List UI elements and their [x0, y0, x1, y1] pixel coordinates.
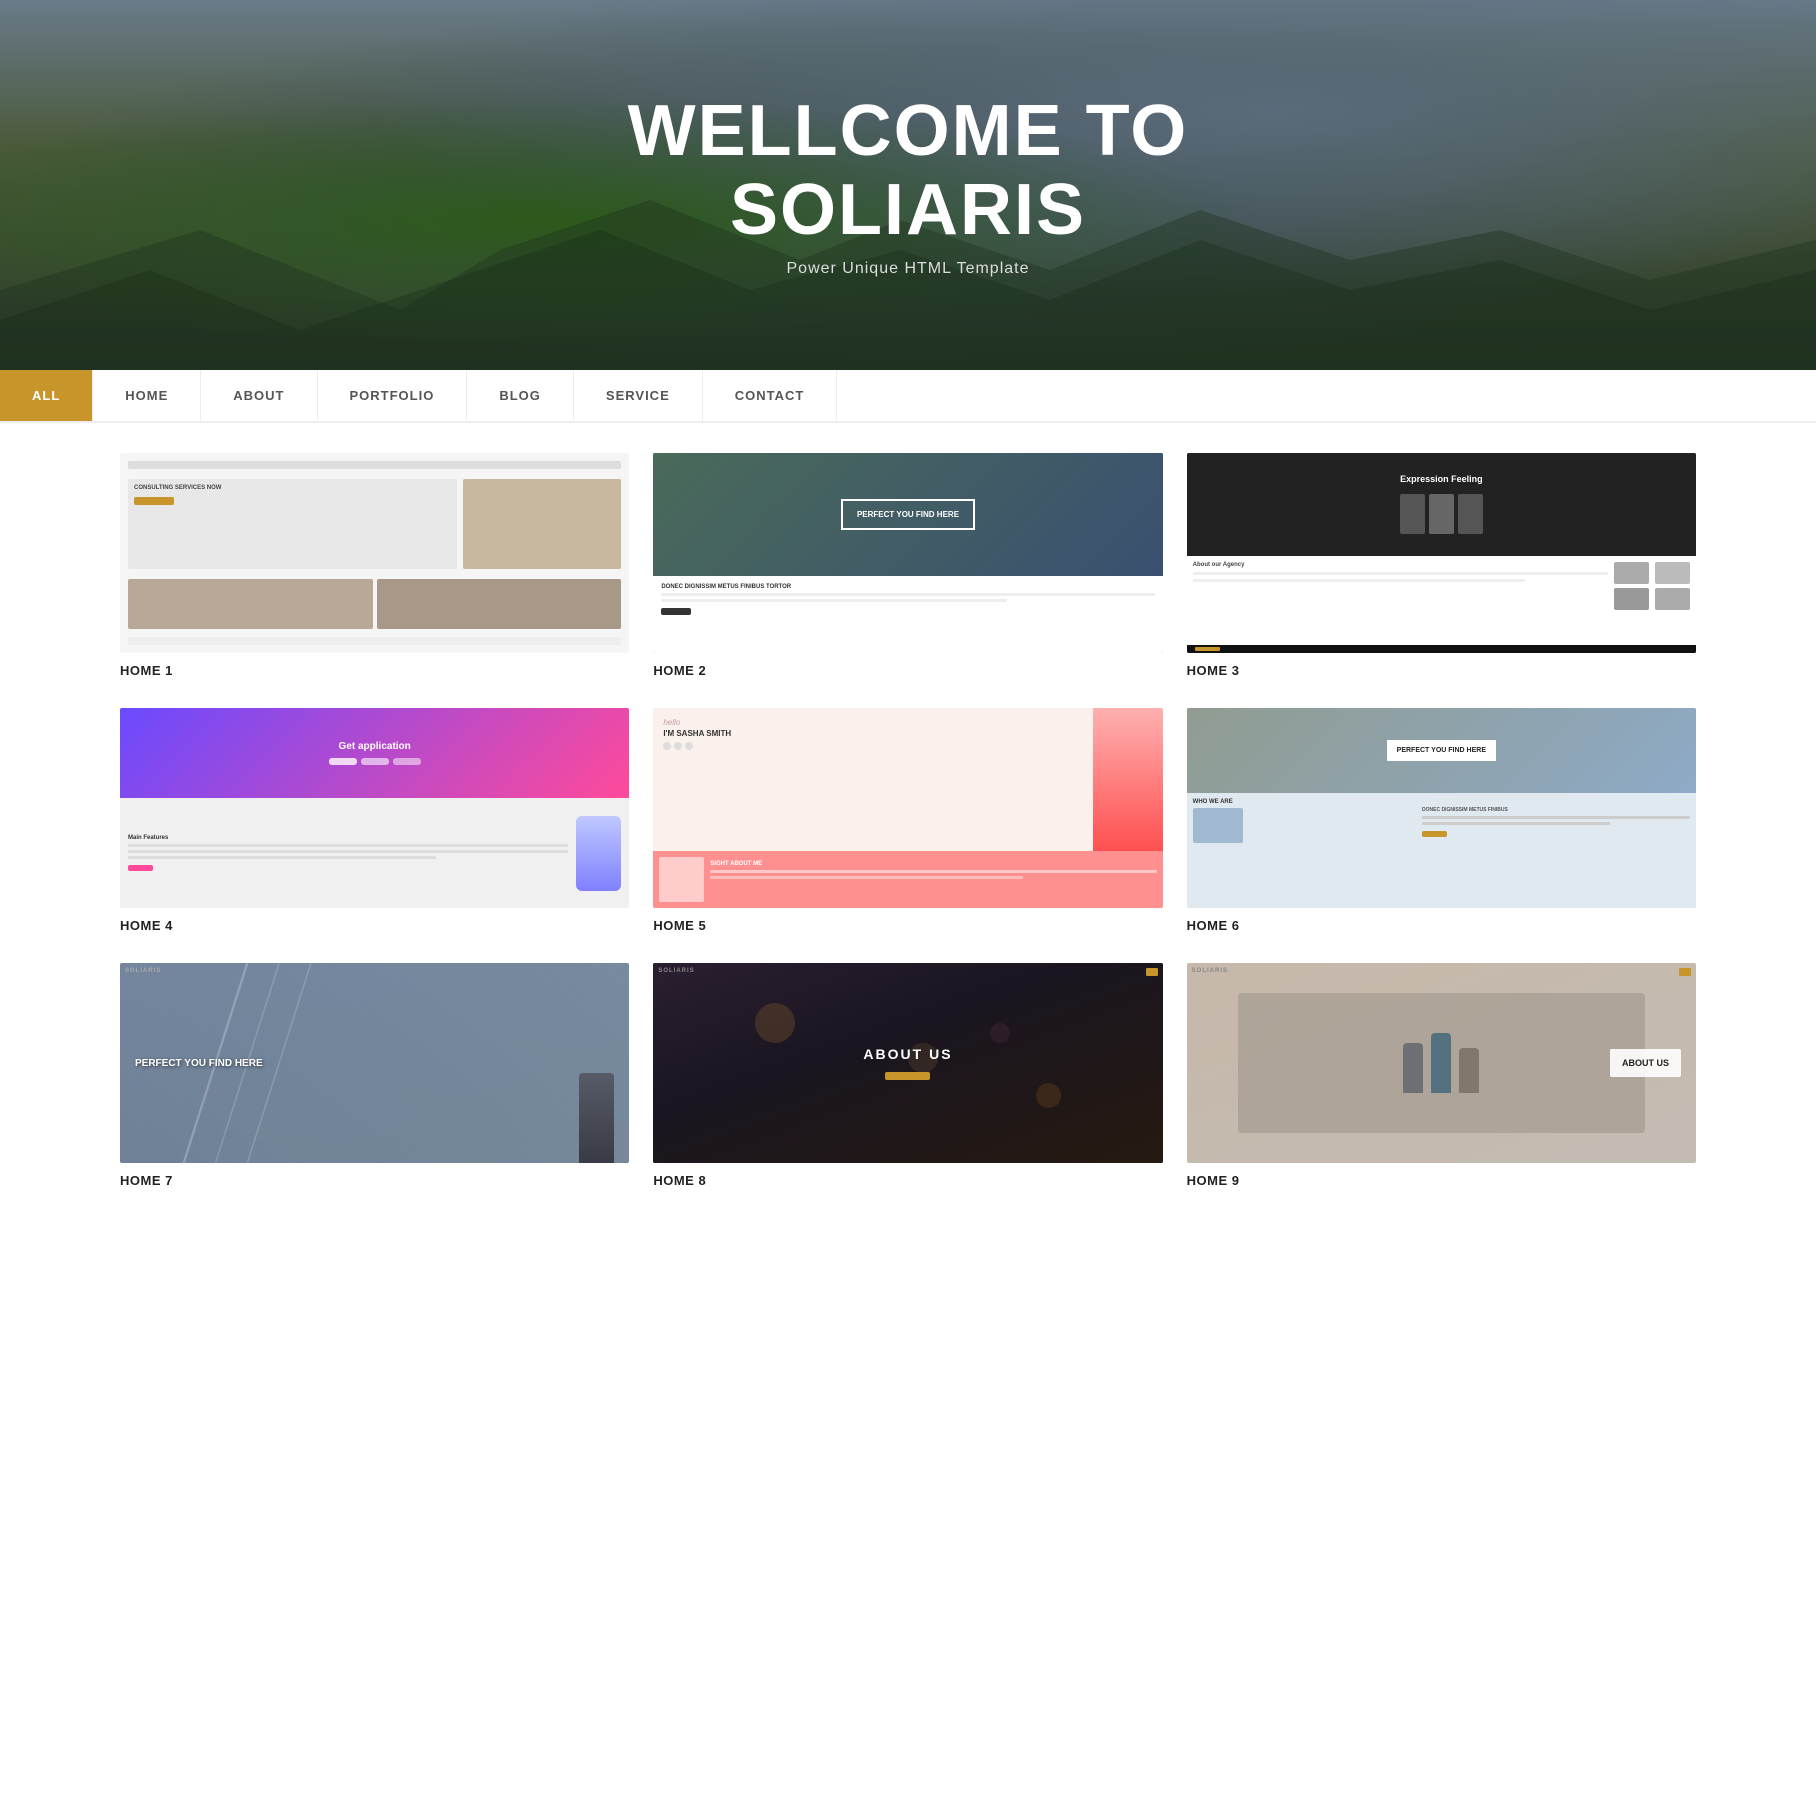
- grid-label-home8: HOME 8: [653, 1173, 1162, 1188]
- grid-item-home3[interactable]: Expression Feeling About our Agency: [1187, 453, 1696, 678]
- thumb-home6-heading: PERFECT YOU FIND HERE: [1397, 746, 1486, 756]
- hero-subtitle: Power Unique HTML Template: [628, 260, 1189, 278]
- thumb-home4-heading: Get application: [339, 741, 411, 752]
- grid-label-home4: HOME 4: [120, 918, 629, 933]
- template-grid: CONSULTING SERVICES NOW HOME 1 PERFECT: [0, 423, 1816, 1248]
- grid-item-home5[interactable]: hello I'M SASHA SMITH: [653, 708, 1162, 933]
- thumb-home6-who: WHO WE ARE: [1193, 799, 1416, 805]
- thumb-home2: PERFECT YOU FIND HERE DONEC DIGNISSIM ME…: [653, 453, 1162, 653]
- thumb-home3: Expression Feeling About our Agency: [1187, 453, 1696, 653]
- grid-item-home2[interactable]: PERFECT YOU FIND HERE DONEC DIGNISSIM ME…: [653, 453, 1162, 678]
- thumb-home7: PERFECT YOU FIND HERE SOLIARIS: [120, 963, 629, 1163]
- thumb-home5-name: I'M SASHA SMITH: [663, 729, 1082, 738]
- grid-item-home9[interactable]: ABOUT US SOLIARIS HOME 9: [1187, 963, 1696, 1188]
- thumb-home1: CONSULTING SERVICES NOW: [120, 453, 629, 653]
- nav-filter-contact[interactable]: CONTACT: [703, 370, 838, 421]
- thumb-home5: hello I'M SASHA SMITH: [653, 708, 1162, 908]
- thumb-home1-heading: CONSULTING SERVICES NOW: [134, 485, 451, 493]
- thumb-home5-cursive: hello: [663, 718, 1082, 727]
- grid-label-home1: HOME 1: [120, 663, 629, 678]
- hero-content: WELLCOME TO SOLIARIS Power Unique HTML T…: [628, 92, 1189, 278]
- thumb-home4-feature-title: Main Features: [128, 835, 568, 841]
- thumb-home2-sub: DONEC DIGNISSIM METUS FINIBUS TORTOR: [661, 584, 1154, 590]
- thumb-home4: Get application Main Features: [120, 708, 629, 908]
- thumb-home5-section: SIGHT ABOUT ME: [710, 861, 1156, 867]
- grid-label-home3: HOME 3: [1187, 663, 1696, 678]
- nav-filter: ALL HOME ABOUT PORTFOLIO BLOG SERVICE CO…: [0, 370, 1816, 423]
- grid-item-home8[interactable]: ABOUT US SOLIARIS HOME 8: [653, 963, 1162, 1188]
- grid-item-home7[interactable]: PERFECT YOU FIND HERE SOLIARIS HOME 7: [120, 963, 629, 1188]
- thumb-home3-heading: Expression Feeling: [1400, 474, 1483, 484]
- grid-item-home6[interactable]: PERFECT YOU FIND HERE WHO WE ARE DONEC D…: [1187, 708, 1696, 933]
- nav-filter-home[interactable]: HOME: [93, 370, 201, 421]
- thumb-home8: ABOUT US SOLIARIS: [653, 963, 1162, 1163]
- thumb-home9: ABOUT US SOLIARIS: [1187, 963, 1696, 1163]
- nav-filter-about[interactable]: ABOUT: [201, 370, 317, 421]
- nav-filter-portfolio[interactable]: PORTFOLIO: [318, 370, 468, 421]
- grid-item-home1[interactable]: CONSULTING SERVICES NOW HOME 1: [120, 453, 629, 678]
- hero-section: WELLCOME TO SOLIARIS Power Unique HTML T…: [0, 0, 1816, 370]
- grid-label-home2: HOME 2: [653, 663, 1162, 678]
- grid-label-home9: HOME 9: [1187, 1173, 1696, 1188]
- thumb-home6: PERFECT YOU FIND HERE WHO WE ARE DONEC D…: [1187, 708, 1696, 908]
- grid-label-home7: HOME 7: [120, 1173, 629, 1188]
- grid-item-home4[interactable]: Get application Main Features: [120, 708, 629, 933]
- thumb-home2-heading: PERFECT YOU FIND HERE: [857, 509, 959, 520]
- nav-filter-blog[interactable]: BLOG: [467, 370, 574, 421]
- hero-title: WELLCOME TO SOLIARIS: [628, 92, 1189, 250]
- nav-filter-all[interactable]: ALL: [0, 370, 93, 421]
- thumb-home6-sub: DONEC DIGNISSIM METUS FINIBUS: [1422, 807, 1690, 813]
- thumb-home7-heading: PERFECT YOU FIND HERE: [135, 1057, 614, 1070]
- grid-label-home5: HOME 5: [653, 918, 1162, 933]
- thumb-home9-heading: ABOUT US: [1622, 1057, 1669, 1070]
- thumb-home8-heading: ABOUT US: [863, 1046, 952, 1062]
- grid-row-2: Get application Main Features: [120, 708, 1696, 933]
- grid-row-1: CONSULTING SERVICES NOW HOME 1 PERFECT: [120, 453, 1696, 678]
- grid-label-home6: HOME 6: [1187, 918, 1696, 933]
- nav-filter-service[interactable]: SERVICE: [574, 370, 703, 421]
- grid-row-3: PERFECT YOU FIND HERE SOLIARIS HOME 7 AB…: [120, 963, 1696, 1188]
